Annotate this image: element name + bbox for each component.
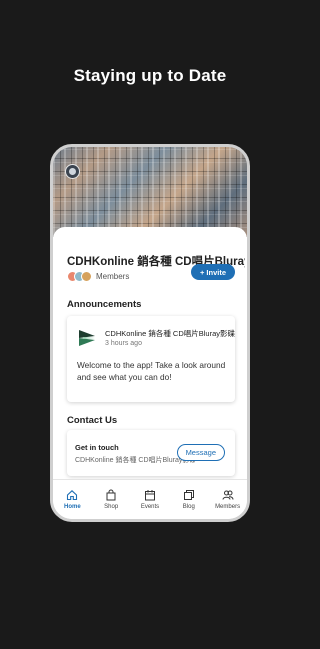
tab-members[interactable]: Members [210,489,246,510]
blog-icon [183,490,194,500]
member-avatar [81,271,92,282]
members-label: Members [96,272,130,281]
shopping-bag-icon [106,489,116,501]
tab-blog[interactable]: Blog [171,489,207,510]
members-row[interactable]: Members [67,271,129,282]
plus-icon: + [200,267,205,277]
phone-frame: CDHKonline 銷各種 CD唱片Bluray影碟 Members + In… [50,144,250,522]
site-avatar[interactable] [65,164,80,179]
invite-label: Invite [206,267,226,277]
cover-image [53,147,247,237]
contact-title: Contact Us [67,415,118,426]
tab-events[interactable]: Events [132,489,168,510]
tab-label: Shop [104,504,119,510]
invite-button[interactable]: + Invite [191,264,235,280]
tab-shop[interactable]: Shop [93,489,129,510]
get-in-touch-title: Get in touch [75,443,119,452]
announcement-body: Welcome to the app! Take a look around a… [77,360,226,382]
tab-label: Blog [182,504,195,510]
author-logo-icon [79,330,95,346]
announcements-title: Announcements [67,299,142,310]
announcement-author: CDHKonline 銷各種 CD唱片Bluray影碟 [105,329,236,338]
members-icon [222,490,234,500]
announcement-time: 3 hours ago [105,340,142,347]
tab-label: Home [64,504,81,510]
announcement-card[interactable]: CDHKonline 銷各種 CD唱片Bluray影碟 3 hours ago … [67,316,235,402]
contact-card: Get in touch CDHKonline 銷各種 CD唱片Bluray影碟… [67,430,235,476]
marketing-headline: Staying up to Date [73,66,227,85]
home-content: CDHKonline 銷各種 CD唱片Bluray影碟 Members + In… [53,227,247,479]
tab-label: Events [140,504,160,510]
bottom-tab-bar: Home Shop Events Blog Members [53,479,247,519]
tab-home[interactable]: Home [54,489,90,510]
message-button[interactable]: Message [176,444,225,461]
tab-label: Members [215,504,241,510]
calendar-icon [144,490,155,501]
home-icon [67,490,78,501]
